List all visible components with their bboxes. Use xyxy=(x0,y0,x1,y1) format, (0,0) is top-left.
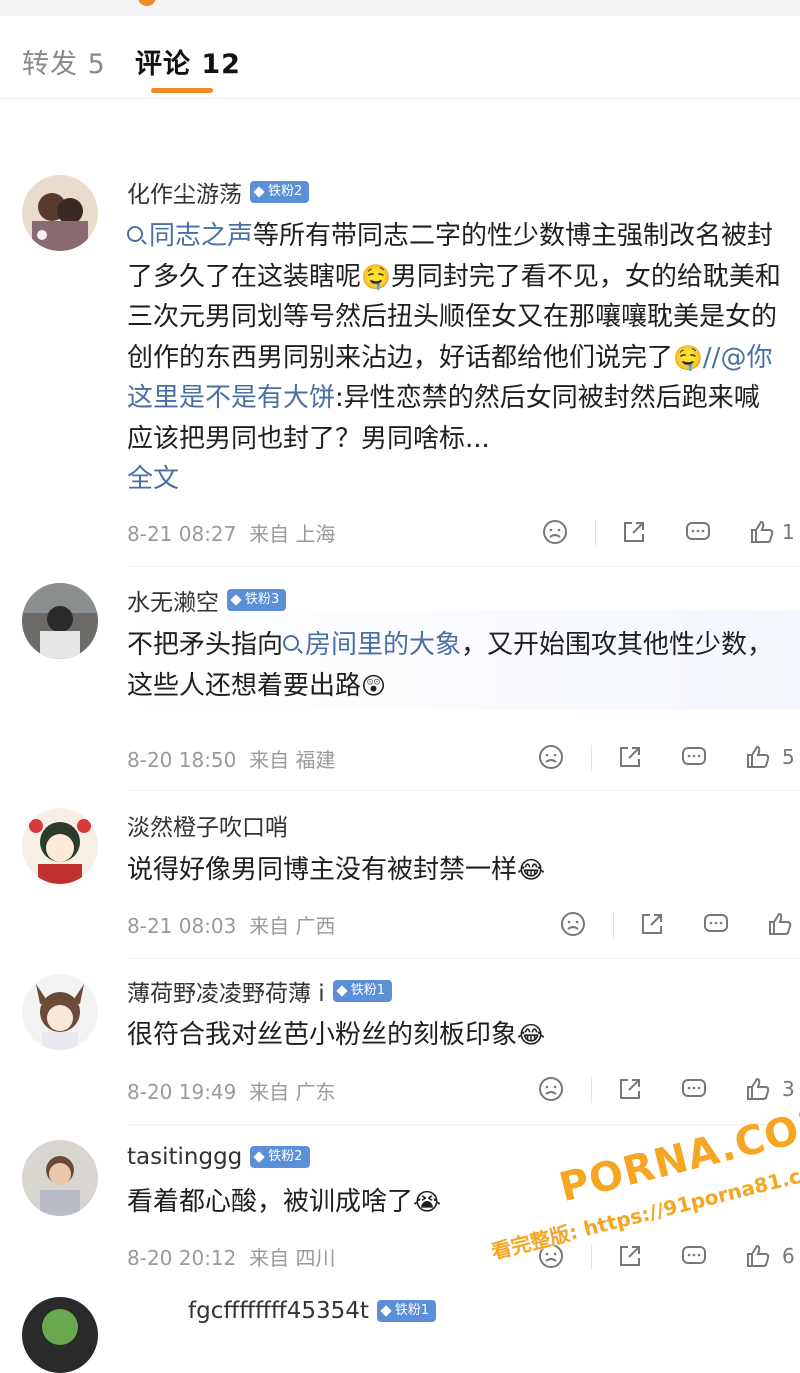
username[interactable]: tasitinggg xyxy=(127,1144,242,1170)
crying-laughing-emoji-icon: 😂 xyxy=(517,1021,546,1049)
comment-text: 说得好像男同博主没有被封禁一样😂 xyxy=(127,855,546,885)
comment-text: 同志之声等所有带同志二字的性少数博主强制改名被封了多久了在这装瞎呢🤤男同封完了看… xyxy=(127,221,781,494)
tab-comments[interactable]: 评论 12 xyxy=(135,42,241,81)
divider xyxy=(127,790,800,791)
full-text-link[interactable]: 全文 xyxy=(127,464,179,494)
tab-bar: 转发 5 评论 12 xyxy=(0,16,800,99)
username[interactable]: 薄荷野凌凌野荷薄 i xyxy=(127,974,325,1008)
search-icon xyxy=(283,635,300,651)
comment-icon[interactable] xyxy=(702,910,730,938)
dislike-icon[interactable] xyxy=(541,518,569,546)
like-count: 5 xyxy=(782,745,795,769)
comment-text: 很符合我对丝芭小粉丝的刻板印象😂 xyxy=(127,1020,546,1050)
avatar[interactable] xyxy=(22,1297,98,1373)
fan-badge: 铁粉2 xyxy=(250,1146,310,1168)
search-icon xyxy=(127,226,143,242)
like-icon[interactable] xyxy=(748,518,776,546)
diamond-icon xyxy=(253,1151,265,1163)
badge-label: 铁粉1 xyxy=(394,1303,430,1318)
dislike-icon[interactable] xyxy=(559,910,587,938)
top-bar-fragment xyxy=(0,0,800,16)
username[interactable]: fgcffffffff45354t xyxy=(188,1298,369,1324)
avatar[interactable] xyxy=(22,974,98,1050)
diamond-icon xyxy=(336,985,348,997)
loudly-crying-emoji-icon: 😭 xyxy=(413,1188,442,1216)
badge-label: 铁粉2 xyxy=(268,1149,303,1164)
divider xyxy=(127,566,800,567)
fan-badge: 铁粉2 xyxy=(250,181,310,203)
badge-label: 铁粉3 xyxy=(245,592,280,607)
like-count: 6 xyxy=(782,1244,795,1268)
divider xyxy=(127,958,800,959)
topic-link[interactable]: 同志之声 xyxy=(127,221,253,251)
username[interactable]: 化作尘游荡 xyxy=(127,175,242,209)
badge-label: 铁粉2 xyxy=(268,184,303,199)
dislike-icon[interactable] xyxy=(537,1075,565,1103)
tab-repost[interactable]: 转发 5 xyxy=(22,42,106,81)
comment-actions xyxy=(0,906,800,946)
share-icon[interactable] xyxy=(620,518,648,546)
fan-badge: 铁粉3 xyxy=(227,589,287,611)
avatar[interactable] xyxy=(22,808,98,884)
diamond-icon xyxy=(380,1305,392,1317)
share-icon[interactable] xyxy=(638,910,666,938)
diamond-icon xyxy=(253,186,265,198)
comment-actions: 1 xyxy=(0,514,800,554)
crying-laughing-emoji-icon: 😂 xyxy=(517,856,546,884)
badge-label: 铁粉1 xyxy=(350,983,385,998)
username[interactable]: 水无濑空 xyxy=(127,583,219,617)
comment-icon[interactable] xyxy=(680,1075,708,1103)
like-icon[interactable] xyxy=(766,910,794,938)
avatar[interactable] xyxy=(22,1140,98,1216)
comment-text: 不把矛头指向 房间里的大象，又开始围攻其他性少数，这些人还想着要出路😲 xyxy=(127,630,774,701)
fan-badge: 铁粉1 xyxy=(332,980,392,1002)
share-icon[interactable] xyxy=(616,1075,644,1103)
astonished-emoji-icon: 😲 xyxy=(361,671,387,700)
avatar[interactable] xyxy=(22,583,98,659)
drooling-emoji-icon: 🤤 xyxy=(673,343,703,372)
tab-active-indicator xyxy=(151,88,213,93)
comment-icon[interactable] xyxy=(680,743,708,771)
avatar[interactable] xyxy=(22,175,98,251)
comment-actions: 3 xyxy=(0,1071,800,1111)
dislike-icon[interactable] xyxy=(537,743,565,771)
comment-icon[interactable] xyxy=(684,518,712,546)
comment-actions: 5 xyxy=(0,739,800,779)
topic-link[interactable]: 房间里的大象 xyxy=(283,630,461,660)
share-icon[interactable] xyxy=(616,743,644,771)
like-icon[interactable] xyxy=(744,743,772,771)
fan-badge: 铁粉1 xyxy=(376,1300,437,1322)
drooling-emoji-icon: 🤤 xyxy=(361,262,391,291)
diamond-icon xyxy=(230,594,242,606)
username[interactable]: 淡然橙子吹口哨 xyxy=(127,808,288,842)
like-count: 1 xyxy=(782,520,795,544)
